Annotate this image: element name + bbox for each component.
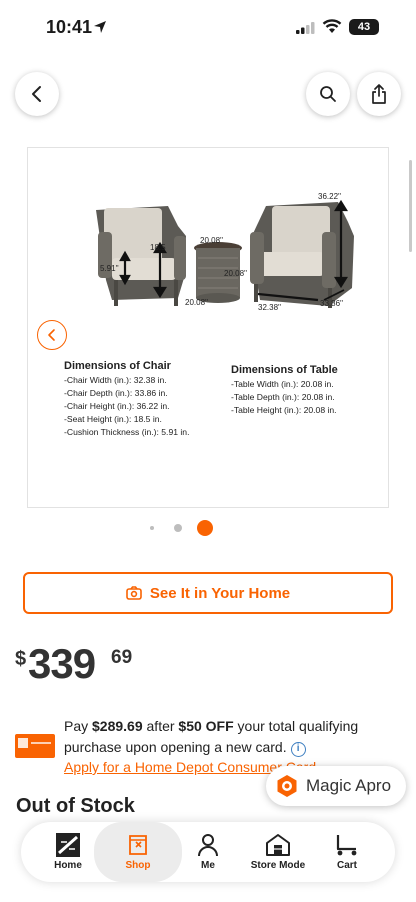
- bottom-tab-bar: Home Shop Me Store Mode Cart: [21, 822, 395, 882]
- product-image-gallery[interactable]: 36.22'' 18.5 5.91'' 20.08'' 20.08'' 20.0…: [27, 147, 389, 508]
- store-icon: [266, 834, 290, 856]
- chevron-left-icon: [48, 329, 55, 341]
- chair-depth-measure: 33.86'': [320, 299, 344, 308]
- shop-icon: [129, 835, 147, 855]
- table-bottom-measure: 20.08'': [185, 298, 209, 307]
- tab-shop[interactable]: Shop: [94, 822, 182, 882]
- table-dimension-line: -Table Depth (in.): 20.08 in.: [231, 392, 335, 402]
- gallery-pagination: [0, 520, 416, 536]
- info-icon[interactable]: i: [290, 742, 306, 757]
- tab-label: Shop: [125, 860, 151, 871]
- chevron-left-icon: [32, 86, 41, 102]
- cart-icon: [336, 835, 357, 856]
- chair-dimension-line: -Cushion Thickness (in.): 5.91 in.: [64, 427, 190, 437]
- price-cents: 69: [111, 647, 133, 668]
- person-icon: [198, 834, 218, 857]
- promo-text: Pay $289.69 after $50 OFF your total qua…: [64, 718, 359, 757]
- tab-me[interactable]: Me: [191, 822, 225, 882]
- patio-set-illustration: [96, 199, 354, 308]
- table-dimension-line: -Table Width (in.): 20.08 in.: [231, 379, 334, 389]
- chair-dimension-line: -Seat Height (in.): 18.5 in.: [64, 414, 162, 424]
- table-dimensions-title: Dimensions of Table: [231, 364, 338, 376]
- chair-dimension-line: -Chair Height (in.): 36.22 in.: [64, 401, 170, 411]
- tab-home[interactable]: Home: [47, 822, 89, 882]
- table-top-measure: 20.08'': [200, 236, 224, 245]
- battery-indicator: 43: [349, 19, 379, 35]
- see-it-label: See It in Your Home: [149, 584, 291, 602]
- tab-label: Store Mode: [250, 860, 306, 871]
- chair-width-measure: 32.38'': [258, 303, 282, 312]
- status-time: 10:41: [46, 17, 93, 37]
- tab-store-mode[interactable]: Store Mode: [247, 822, 309, 882]
- price-currency: $: [15, 648, 27, 670]
- seat-height-measure: 18.5: [150, 243, 166, 252]
- tab-label: Me: [201, 860, 215, 871]
- promo-amount: $289.69: [92, 718, 143, 734]
- table-side-measure: 20.08'': [224, 269, 248, 278]
- cushion-measure: 5.91'': [100, 264, 119, 273]
- tab-label: Home: [54, 860, 82, 871]
- share-icon: [372, 84, 386, 104]
- back-button[interactable]: [15, 72, 59, 116]
- chair-left-illustration: [96, 206, 186, 306]
- share-button[interactable]: [357, 72, 401, 116]
- pagination-dot-active[interactable]: [197, 520, 213, 536]
- search-icon: [320, 86, 336, 102]
- status-bar: 10:41 43: [0, 0, 416, 56]
- tab-cart[interactable]: Cart: [328, 822, 366, 882]
- tab-label: Cart: [336, 860, 357, 871]
- search-button[interactable]: [306, 72, 350, 116]
- stock-status: Out of Stock: [16, 795, 135, 817]
- camera-icon: [126, 586, 142, 600]
- see-it-in-your-home-button[interactable]: See It in Your Home: [23, 572, 393, 614]
- pagination-dot[interactable]: [150, 526, 154, 530]
- scrollbar[interactable]: [409, 160, 412, 252]
- cellular-signal-icon: [296, 22, 315, 34]
- magic-apron-icon: [277, 775, 297, 797]
- promo-discount: $50 OFF: [178, 718, 234, 734]
- chair-dimensions-title: Dimensions of Chair: [64, 360, 171, 372]
- home-depot-logo-icon: [56, 833, 80, 857]
- pagination-dot[interactable]: [174, 524, 182, 532]
- credit-card-icon: [15, 734, 55, 758]
- wifi-icon: [322, 19, 342, 33]
- chair-dimension-line: -Chair Depth (in.): 33.86 in.: [64, 388, 168, 398]
- gallery-prev-button[interactable]: [37, 320, 67, 350]
- magic-apron-button[interactable]: Magic Apro: [266, 766, 406, 806]
- price-dollars: 339: [28, 640, 96, 687]
- magic-apron-label: Magic Apro: [306, 776, 392, 795]
- chair-dimension-line: -Chair Width (in.): 32.38 in.: [64, 375, 167, 385]
- chair-height-measure: 36.22'': [318, 192, 342, 201]
- location-arrow-icon: [94, 21, 106, 33]
- table-dimension-line: -Table Height (in.): 20.08 in.: [231, 405, 337, 415]
